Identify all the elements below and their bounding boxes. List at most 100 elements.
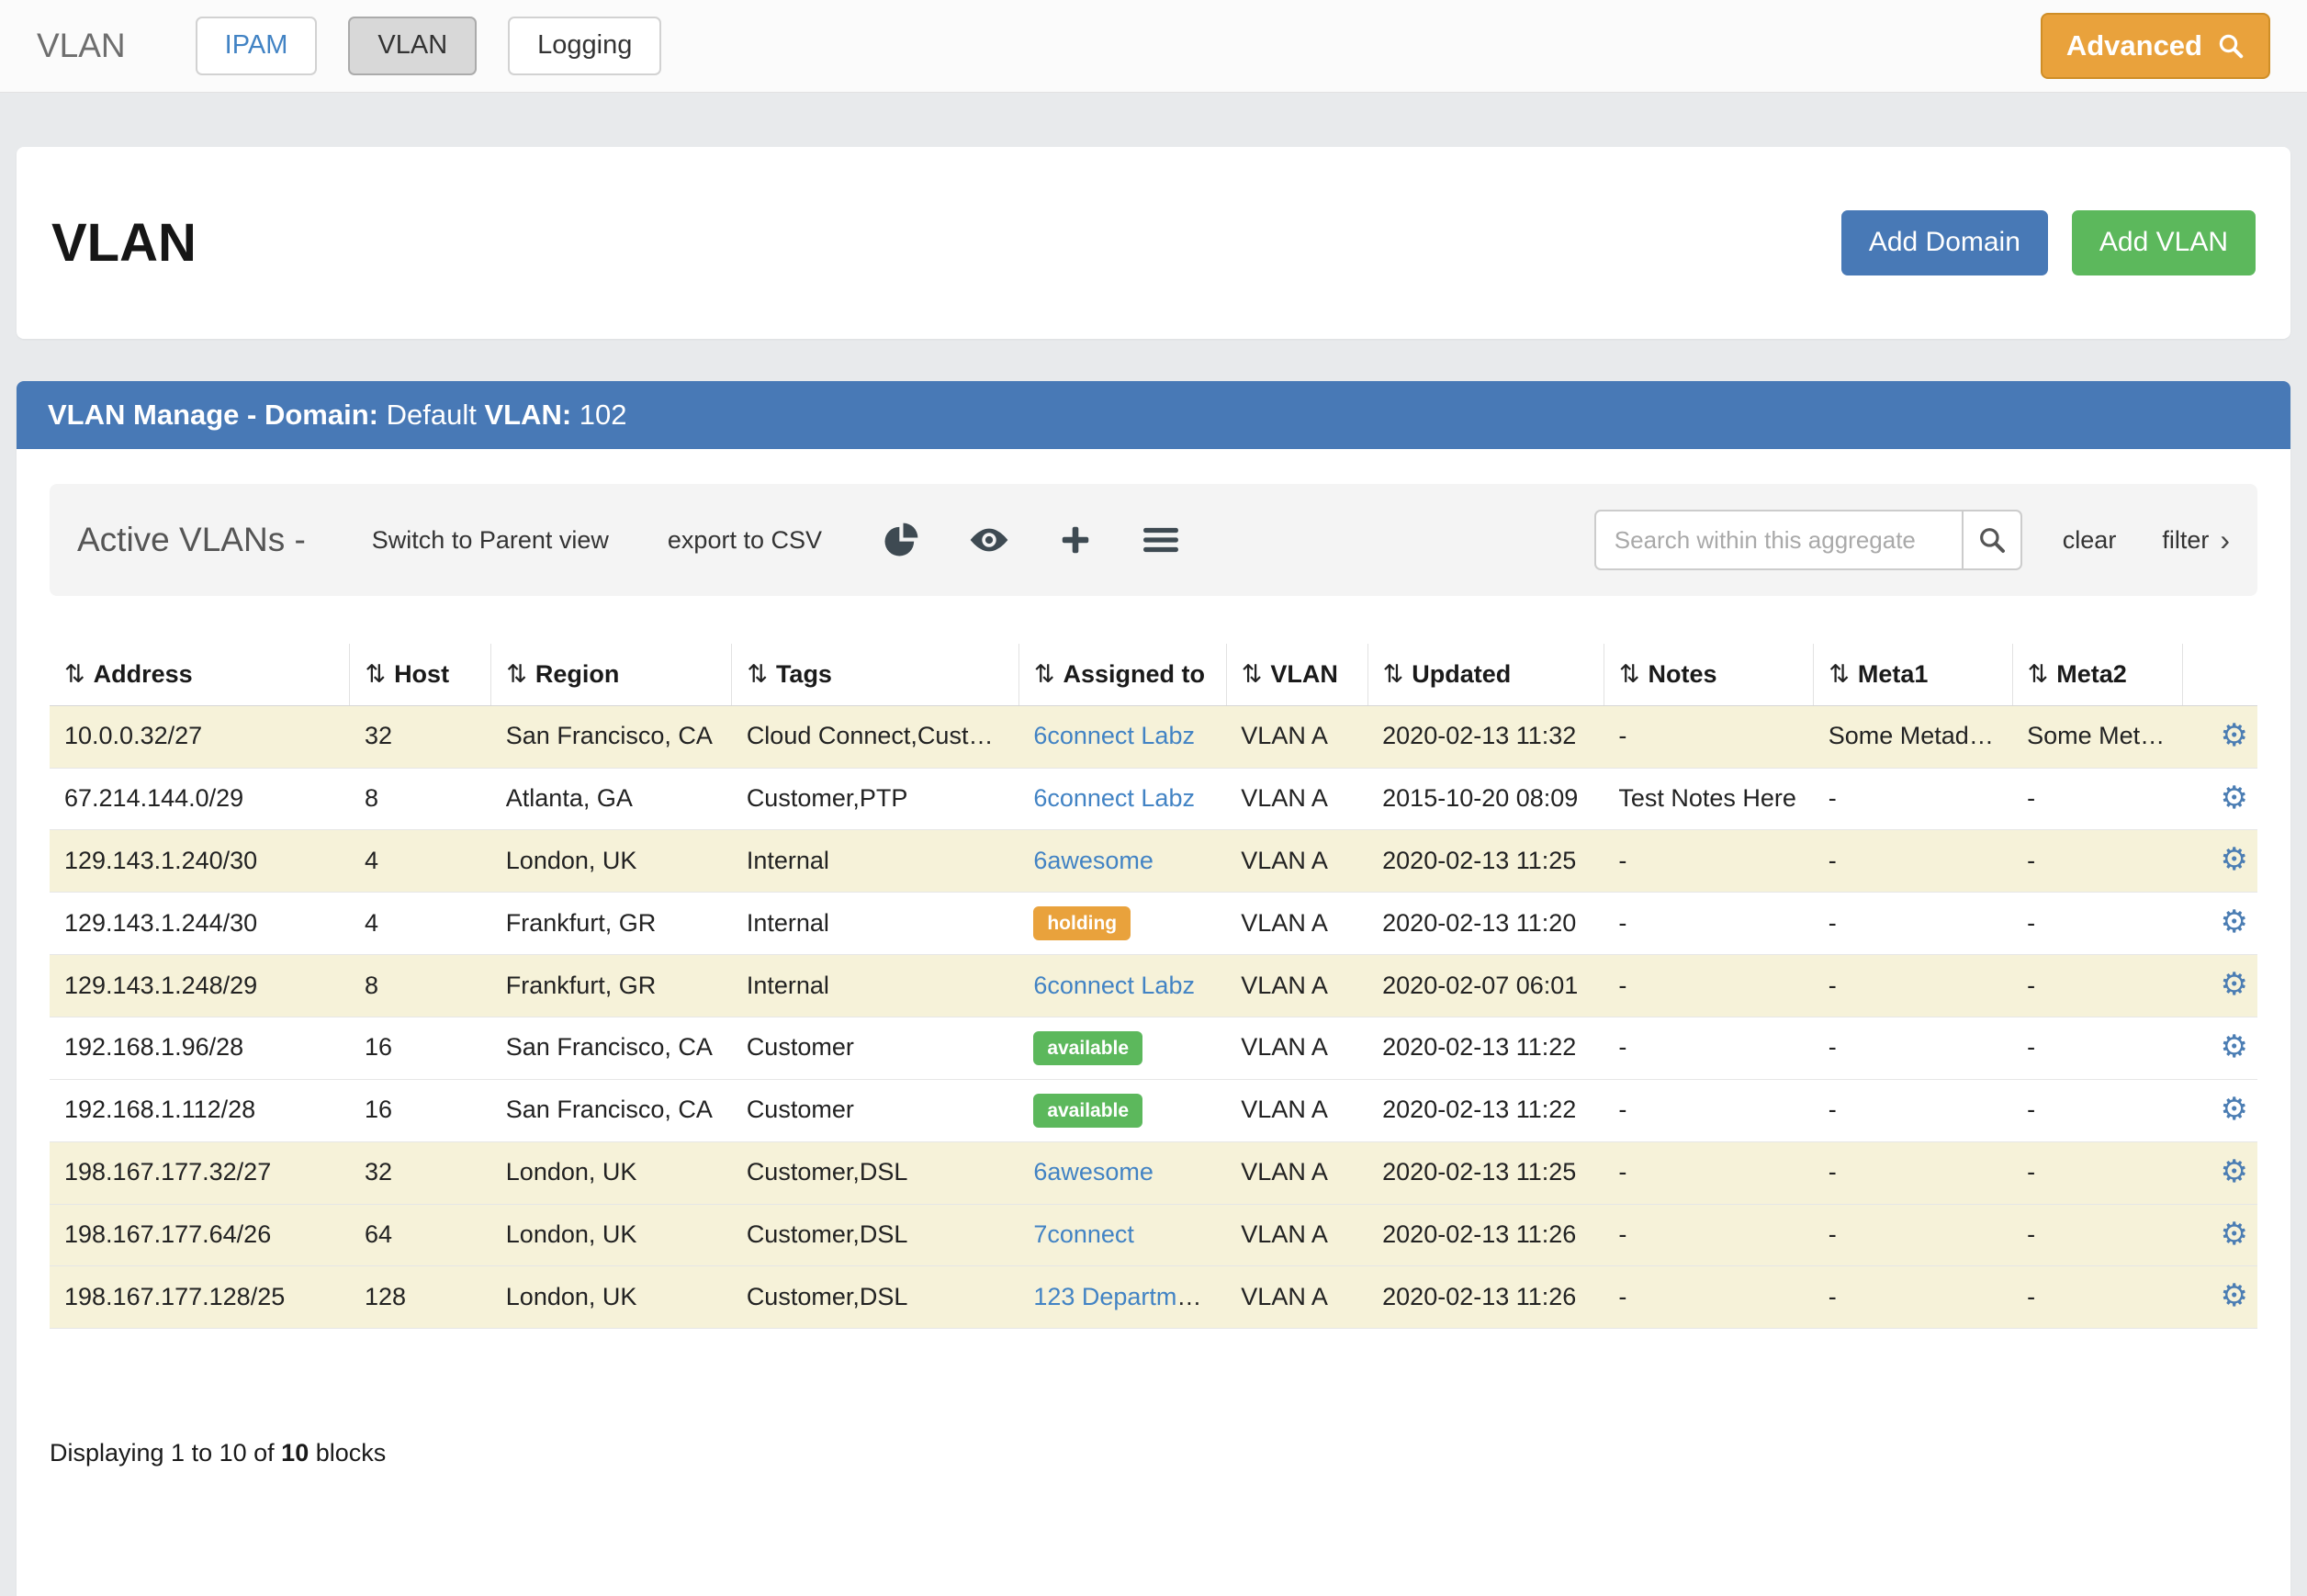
cell-actions: ⚙ — [2182, 830, 2257, 893]
cell-meta1: - — [1814, 1141, 2012, 1204]
table-row: 10.0.0.32/2732San Francisco, CACloud Con… — [50, 705, 2257, 768]
cell-updated: 2020-02-13 11:26 — [1367, 1266, 1604, 1329]
cell-updated: 2020-02-13 11:22 — [1367, 1017, 1604, 1079]
gear-icon[interactable]: ⚙ — [2221, 1154, 2248, 1189]
cell-region: San Francisco, CA — [491, 705, 732, 768]
aggregate-search-input[interactable] — [1594, 510, 1962, 570]
cell-host: 128 — [350, 1266, 491, 1329]
sort-icon: ⇅ — [1829, 660, 1850, 688]
advanced-search-label: Advanced — [2066, 29, 2202, 62]
cell-updated: 2020-02-13 11:20 — [1367, 893, 1604, 955]
cell-region: London, UK — [491, 1204, 732, 1266]
cell-meta1: - — [1814, 1204, 2012, 1266]
gear-icon[interactable]: ⚙ — [2221, 1029, 2248, 1064]
nav-tabs: IPAM VLAN Logging — [196, 17, 662, 75]
cell-tags: Customer — [732, 1079, 1019, 1141]
column-header-meta1[interactable]: ⇅Meta1 — [1814, 644, 2012, 705]
sort-icon: ⇅ — [1619, 660, 1640, 688]
cell-notes: Test Notes Here — [1604, 768, 1813, 830]
cell-vlan: VLAN A — [1226, 1141, 1367, 1204]
cell-meta2: - — [2012, 1079, 2182, 1141]
cell-meta1: - — [1814, 830, 2012, 893]
cell-meta2: - — [2012, 893, 2182, 955]
cell-region: San Francisco, CA — [491, 1017, 732, 1079]
column-header-address[interactable]: ⇅Address — [50, 644, 350, 705]
nav-tab-ipam[interactable]: IPAM — [196, 17, 318, 75]
panel-title-domain-label: VLAN Manage - Domain: — [48, 399, 387, 431]
cell-region: London, UK — [491, 830, 732, 893]
cell-tags: Customer,DSL — [732, 1266, 1019, 1329]
cell-vlan: VLAN A — [1226, 705, 1367, 768]
summary-prefix: Displaying 1 to 10 of — [50, 1439, 275, 1467]
eye-icon[interactable] — [969, 526, 1009, 554]
column-header-host[interactable]: ⇅Host — [350, 644, 491, 705]
sort-icon: ⇅ — [365, 660, 386, 688]
assigned-resource-link[interactable]: 6awesome — [1033, 1158, 1154, 1186]
gear-icon[interactable]: ⚙ — [2221, 1278, 2248, 1313]
assigned-resource-link[interactable]: 6awesome — [1033, 847, 1154, 874]
cell-address: 129.143.1.248/29 — [50, 955, 350, 1017]
gear-icon[interactable]: ⚙ — [2221, 842, 2248, 877]
gear-icon[interactable]: ⚙ — [2221, 1217, 2248, 1252]
nav-tab-logging[interactable]: Logging — [508, 17, 661, 75]
table-row: 198.167.177.64/2664London, UKCustomer,DS… — [50, 1204, 2257, 1266]
cell-vlan: VLAN A — [1226, 1266, 1367, 1329]
cell-vlan: VLAN A — [1226, 830, 1367, 893]
clear-link[interactable]: clear — [2063, 526, 2117, 555]
filter-label: filter — [2162, 526, 2209, 555]
list-icon[interactable] — [1142, 525, 1180, 555]
pie-chart-icon[interactable] — [883, 522, 919, 558]
assigned-resource-link[interactable]: 7connect — [1033, 1220, 1134, 1248]
assigned-resource-link[interactable]: 6connect Labz — [1033, 972, 1195, 999]
cell-notes: - — [1604, 1017, 1813, 1079]
cell-address: 129.143.1.240/30 — [50, 830, 350, 893]
cell-actions: ⚙ — [2182, 955, 2257, 1017]
assigned-resource-link[interactable]: 123 Department… — [1033, 1283, 1226, 1310]
gear-icon[interactable]: ⚙ — [2221, 718, 2248, 753]
column-header-assigned-to[interactable]: ⇅Assigned to — [1018, 644, 1226, 705]
switch-parent-view-link[interactable]: Switch to Parent view — [372, 526, 609, 555]
search-icon — [2217, 32, 2245, 60]
gear-icon[interactable]: ⚙ — [2221, 967, 2248, 1002]
cell-host: 64 — [350, 1204, 491, 1266]
cell-assigned-to: 6awesome — [1018, 1141, 1226, 1204]
column-header-notes[interactable]: ⇅Notes — [1604, 644, 1813, 705]
nav-tab-vlan[interactable]: VLAN — [348, 17, 477, 75]
cell-address: 198.167.177.128/25 — [50, 1266, 350, 1329]
export-csv-link[interactable]: export to CSV — [668, 526, 822, 555]
cell-host: 32 — [350, 705, 491, 768]
cell-updated: 2020-02-07 06:01 — [1367, 955, 1604, 1017]
assigned-resource-link[interactable]: 6connect Labz — [1033, 722, 1195, 749]
cell-meta2: - — [2012, 955, 2182, 1017]
add-domain-button[interactable]: Add Domain — [1841, 210, 2048, 275]
status-badge-available: available — [1033, 1094, 1142, 1128]
column-header-vlan[interactable]: ⇅VLAN — [1226, 644, 1367, 705]
gear-icon[interactable]: ⚙ — [2221, 781, 2248, 815]
plus-icon[interactable] — [1059, 523, 1092, 556]
column-header-tags[interactable]: ⇅Tags — [732, 644, 1019, 705]
cell-updated: 2020-02-13 11:32 — [1367, 705, 1604, 768]
filter-link[interactable]: filter › — [2162, 525, 2230, 555]
column-header-meta2[interactable]: ⇅Meta2 — [2012, 644, 2182, 705]
gear-icon[interactable]: ⚙ — [2221, 1092, 2248, 1127]
table-row: 129.143.1.244/304Frankfurt, GRInternalho… — [50, 893, 2257, 955]
panel-title-vlan-value: 102 — [580, 399, 627, 431]
add-vlan-button[interactable]: Add VLAN — [2072, 210, 2256, 275]
cell-meta1: Some Metadata 1 — [1814, 705, 2012, 768]
cell-address: 198.167.177.32/27 — [50, 1141, 350, 1204]
gear-icon[interactable]: ⚙ — [2221, 905, 2248, 939]
advanced-search-button[interactable]: Advanced — [2041, 13, 2270, 79]
panel-title-vlan-label: VLAN: — [484, 399, 579, 431]
cell-updated: 2020-02-13 11:22 — [1367, 1079, 1604, 1141]
column-header-region[interactable]: ⇅Region — [491, 644, 732, 705]
cell-assigned-to: 6connect Labz — [1018, 768, 1226, 830]
assigned-resource-link[interactable]: 6connect Labz — [1033, 784, 1195, 812]
column-header-updated[interactable]: ⇅Updated — [1367, 644, 1604, 705]
search-button[interactable] — [1962, 510, 2022, 570]
table-row: 198.167.177.128/25128London, UKCustomer,… — [50, 1266, 2257, 1329]
cell-assigned-to: holding — [1018, 893, 1226, 955]
sort-icon: ⇅ — [64, 660, 85, 688]
cell-meta2: - — [2012, 768, 2182, 830]
cell-tags: Internal — [732, 955, 1019, 1017]
cell-notes: - — [1604, 705, 1813, 768]
